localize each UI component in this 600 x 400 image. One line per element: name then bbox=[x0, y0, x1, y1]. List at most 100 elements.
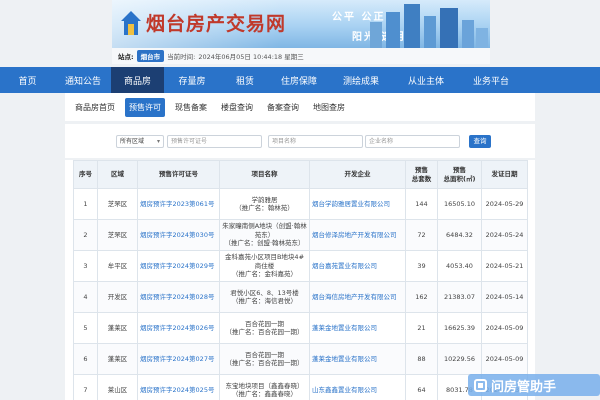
nav-practitioners[interactable]: 从业主体 bbox=[394, 67, 458, 93]
tab-map-search[interactable]: 地图查房 bbox=[309, 98, 349, 117]
cell-area: 莱山区 bbox=[97, 374, 138, 400]
cell-area: 蓬莱区 bbox=[97, 343, 138, 375]
station-label: 站点: bbox=[118, 53, 134, 61]
presale-table-panel: 序号 区域 预售许可证号 项目名称 开发企业 预售 总套数 预售 总面积(㎡) … bbox=[65, 160, 535, 400]
table-row: 3 牟平区 烟房预许字2024第029号 金科嘉苑小区项目B地块4#商住楼 （推广名：… bbox=[73, 250, 528, 282]
cell-no: 7 bbox=[73, 374, 98, 400]
cell-date: 2024-05-09 bbox=[481, 312, 528, 344]
cell-area-sqm: 21383.07 bbox=[437, 281, 482, 313]
cell-area-sqm: 6484.32 bbox=[437, 219, 482, 251]
cell-units: 64 bbox=[405, 374, 438, 400]
cell-project: 东宝地块项目（鑫鑫春晓） （推广名：鑫鑫春晓） bbox=[219, 374, 310, 400]
cell-no: 2 bbox=[73, 219, 98, 251]
cell-developer-link[interactable]: 烟台修泽房地产开发有限公司 bbox=[309, 219, 406, 251]
cell-area: 芝罘区 bbox=[97, 188, 138, 220]
cell-no: 4 bbox=[73, 281, 98, 313]
table-row: 6 蓬莱区 烟房预许字2024第027号 百合花园一期 （推广名：百合花园一期） 蓬莱金… bbox=[73, 343, 528, 375]
col-header-area: 区域 bbox=[97, 160, 138, 189]
nav-resale[interactable]: 存量房 bbox=[164, 67, 220, 93]
cell-date: 2024-05-09 bbox=[481, 343, 528, 375]
cell-developer-link[interactable]: 蓬莱金地置业有限公司 bbox=[309, 312, 406, 344]
tab-filing-query[interactable]: 备案查询 bbox=[263, 98, 303, 117]
cell-area: 开发区 bbox=[97, 281, 138, 313]
cell-area-sqm: 10229.56 bbox=[437, 343, 482, 375]
cell-units: 144 bbox=[405, 188, 438, 220]
cell-units: 162 bbox=[405, 281, 438, 313]
cell-no: 6 bbox=[73, 343, 98, 375]
table-row: 5 蓬莱区 烟房预许字2024第026号 百合花园一期 （推广名：百合花园一期） 蓬莱金… bbox=[73, 312, 528, 344]
main-nav: 首页 通知公告 商品房 存量房 租赁 住房保障 测绘成果 从业主体 业务平台 bbox=[0, 67, 600, 93]
cell-project: 百合花园一期 （推广名：百合花园一期） bbox=[219, 343, 310, 375]
cell-no: 3 bbox=[73, 250, 98, 282]
nav-new-homes[interactable]: 商品房 bbox=[111, 67, 164, 93]
house-logo-icon bbox=[121, 11, 141, 35]
cell-project: 金科嘉苑小区项目B地块4#商住楼 （推广名：金科嘉苑） bbox=[219, 250, 310, 282]
cell-license-link[interactable]: 烟房预许字2024第030号 bbox=[137, 219, 220, 251]
watermark-text: 问房管助手 bbox=[491, 379, 557, 395]
table-header-row: 序号 区域 预售许可证号 项目名称 开发企业 预售 总套数 预售 总面积(㎡) … bbox=[73, 160, 528, 189]
col-header-license: 预售许可证号 bbox=[137, 160, 220, 189]
current-time: 2024年06月05日 10:44:18 星期三 bbox=[198, 53, 304, 61]
cell-developer-link[interactable]: 烟台海信房地产开发有限公司 bbox=[309, 281, 406, 313]
search-bar: 所有区域 预售许可证号 项目名称 企业名称 查询 bbox=[65, 124, 535, 158]
cell-units: 39 bbox=[405, 250, 438, 282]
nav-rental[interactable]: 租赁 bbox=[220, 67, 270, 93]
cell-area-sqm: 4053.40 bbox=[437, 250, 482, 282]
cell-no: 5 bbox=[73, 312, 98, 344]
site-title: 烟台房产交易网 bbox=[146, 13, 287, 35]
sub-nav: 商品房首页 预售许可 现售备案 楼盘查询 备案查询 地图查房 bbox=[65, 93, 535, 121]
cell-project: 朱家疃南侧A地块（创盟·翰林苑东） （推广名：创盟·翰林苑东） bbox=[219, 219, 310, 251]
nav-notices[interactable]: 通知公告 bbox=[55, 67, 111, 93]
presale-table: 序号 区域 预售许可证号 项目名称 开发企业 预售 总套数 预售 总面积(㎡) … bbox=[73, 160, 528, 400]
page: 烟台房产交易网 公平 公正 阳光 透明 站点: 烟台市 当前时间: 2024年0… bbox=[0, 0, 600, 400]
tab-presale-license[interactable]: 预售许可 bbox=[125, 97, 165, 117]
cell-developer-link[interactable]: 蓬莱金地置业有限公司 bbox=[309, 343, 406, 375]
cell-date: 2024-05-14 bbox=[481, 281, 528, 313]
cell-license-link[interactable]: 烟房预许字2024第027号 bbox=[137, 343, 220, 375]
cell-units: 21 bbox=[405, 312, 438, 344]
tab-new-homes-home[interactable]: 商品房首页 bbox=[71, 98, 119, 117]
nav-housing-security[interactable]: 住房保障 bbox=[270, 67, 328, 93]
city-switch[interactable]: 烟台市 bbox=[136, 50, 165, 62]
cell-license-link[interactable]: 烟房预许字2024第029号 bbox=[137, 250, 220, 282]
nav-business-platform[interactable]: 业务平台 bbox=[458, 67, 524, 93]
cell-license-link[interactable]: 烟房预许字2023第061号 bbox=[137, 188, 220, 220]
cell-area: 芝罘区 bbox=[97, 219, 138, 251]
table-row: 1 芝罘区 烟房预许字2023第061号 学韵雅居 （推广名：翰林苑） 烟台学韵雅居置业… bbox=[73, 188, 528, 220]
cell-license-link[interactable]: 烟房预许字2024第028号 bbox=[137, 281, 220, 313]
chat-icon bbox=[474, 378, 487, 392]
nav-survey-results[interactable]: 测绘成果 bbox=[328, 67, 394, 93]
assistant-watermark: 问房管助手 bbox=[468, 374, 600, 396]
cell-date: 2024-05-24 bbox=[481, 219, 528, 251]
time-prefix: 当前时间: bbox=[167, 53, 196, 61]
cell-license-link[interactable]: 烟房预许字2024第026号 bbox=[137, 312, 220, 344]
cell-area: 蓬莱区 bbox=[97, 312, 138, 344]
cell-no: 1 bbox=[73, 188, 98, 220]
skyline-illustration bbox=[370, 4, 488, 48]
table-row: 2 芝罘区 烟房预许字2024第030号 朱家疃南侧A地块（创盟·翰林苑东） （推广名… bbox=[73, 219, 528, 251]
cell-date: 2024-05-29 bbox=[481, 188, 528, 220]
cell-developer-link[interactable]: 烟台学韵雅居置业有限公司 bbox=[309, 188, 406, 220]
cell-license-link[interactable]: 烟房预许字2024第025号 bbox=[137, 374, 220, 400]
cell-units: 88 bbox=[405, 343, 438, 375]
cell-developer-link[interactable]: 山东鑫鑫置业有限公司 bbox=[309, 374, 406, 400]
cell-project: 学韵雅居 （推广名：翰林苑） bbox=[219, 188, 310, 220]
col-header-developer: 开发企业 bbox=[309, 160, 406, 189]
search-button[interactable]: 查询 bbox=[469, 135, 491, 148]
project-input[interactable]: 项目名称 bbox=[268, 135, 363, 148]
cell-developer-link[interactable]: 烟台嘉苑置业有限公司 bbox=[309, 250, 406, 282]
tab-project-query[interactable]: 楼盘查询 bbox=[217, 98, 257, 117]
tab-spot-sale-filing[interactable]: 现售备案 bbox=[171, 98, 211, 117]
table-row: 4 开发区 烟房预许字2024第028号 君悦小区6、8、13号楼 （推广名：海信君悦… bbox=[73, 281, 528, 313]
station-bar: 站点: 烟台市 当前时间: 2024年06月05日 10:44:18 星期三 bbox=[112, 48, 490, 64]
nav-home[interactable]: 首页 bbox=[0, 67, 55, 93]
col-header-no: 序号 bbox=[73, 160, 98, 189]
district-select[interactable]: 所有区域 bbox=[116, 135, 164, 148]
cell-area-sqm: 16625.39 bbox=[437, 312, 482, 344]
col-header-area-sqm: 预售 总面积(㎡) bbox=[437, 160, 482, 189]
cell-date: 2024-05-21 bbox=[481, 250, 528, 282]
site-banner: 烟台房产交易网 公平 公正 阳光 透明 bbox=[112, 0, 490, 48]
license-input[interactable]: 预售许可证号 bbox=[167, 135, 262, 148]
col-header-date: 发证日期 bbox=[481, 160, 528, 189]
developer-input[interactable]: 企业名称 bbox=[365, 135, 460, 148]
